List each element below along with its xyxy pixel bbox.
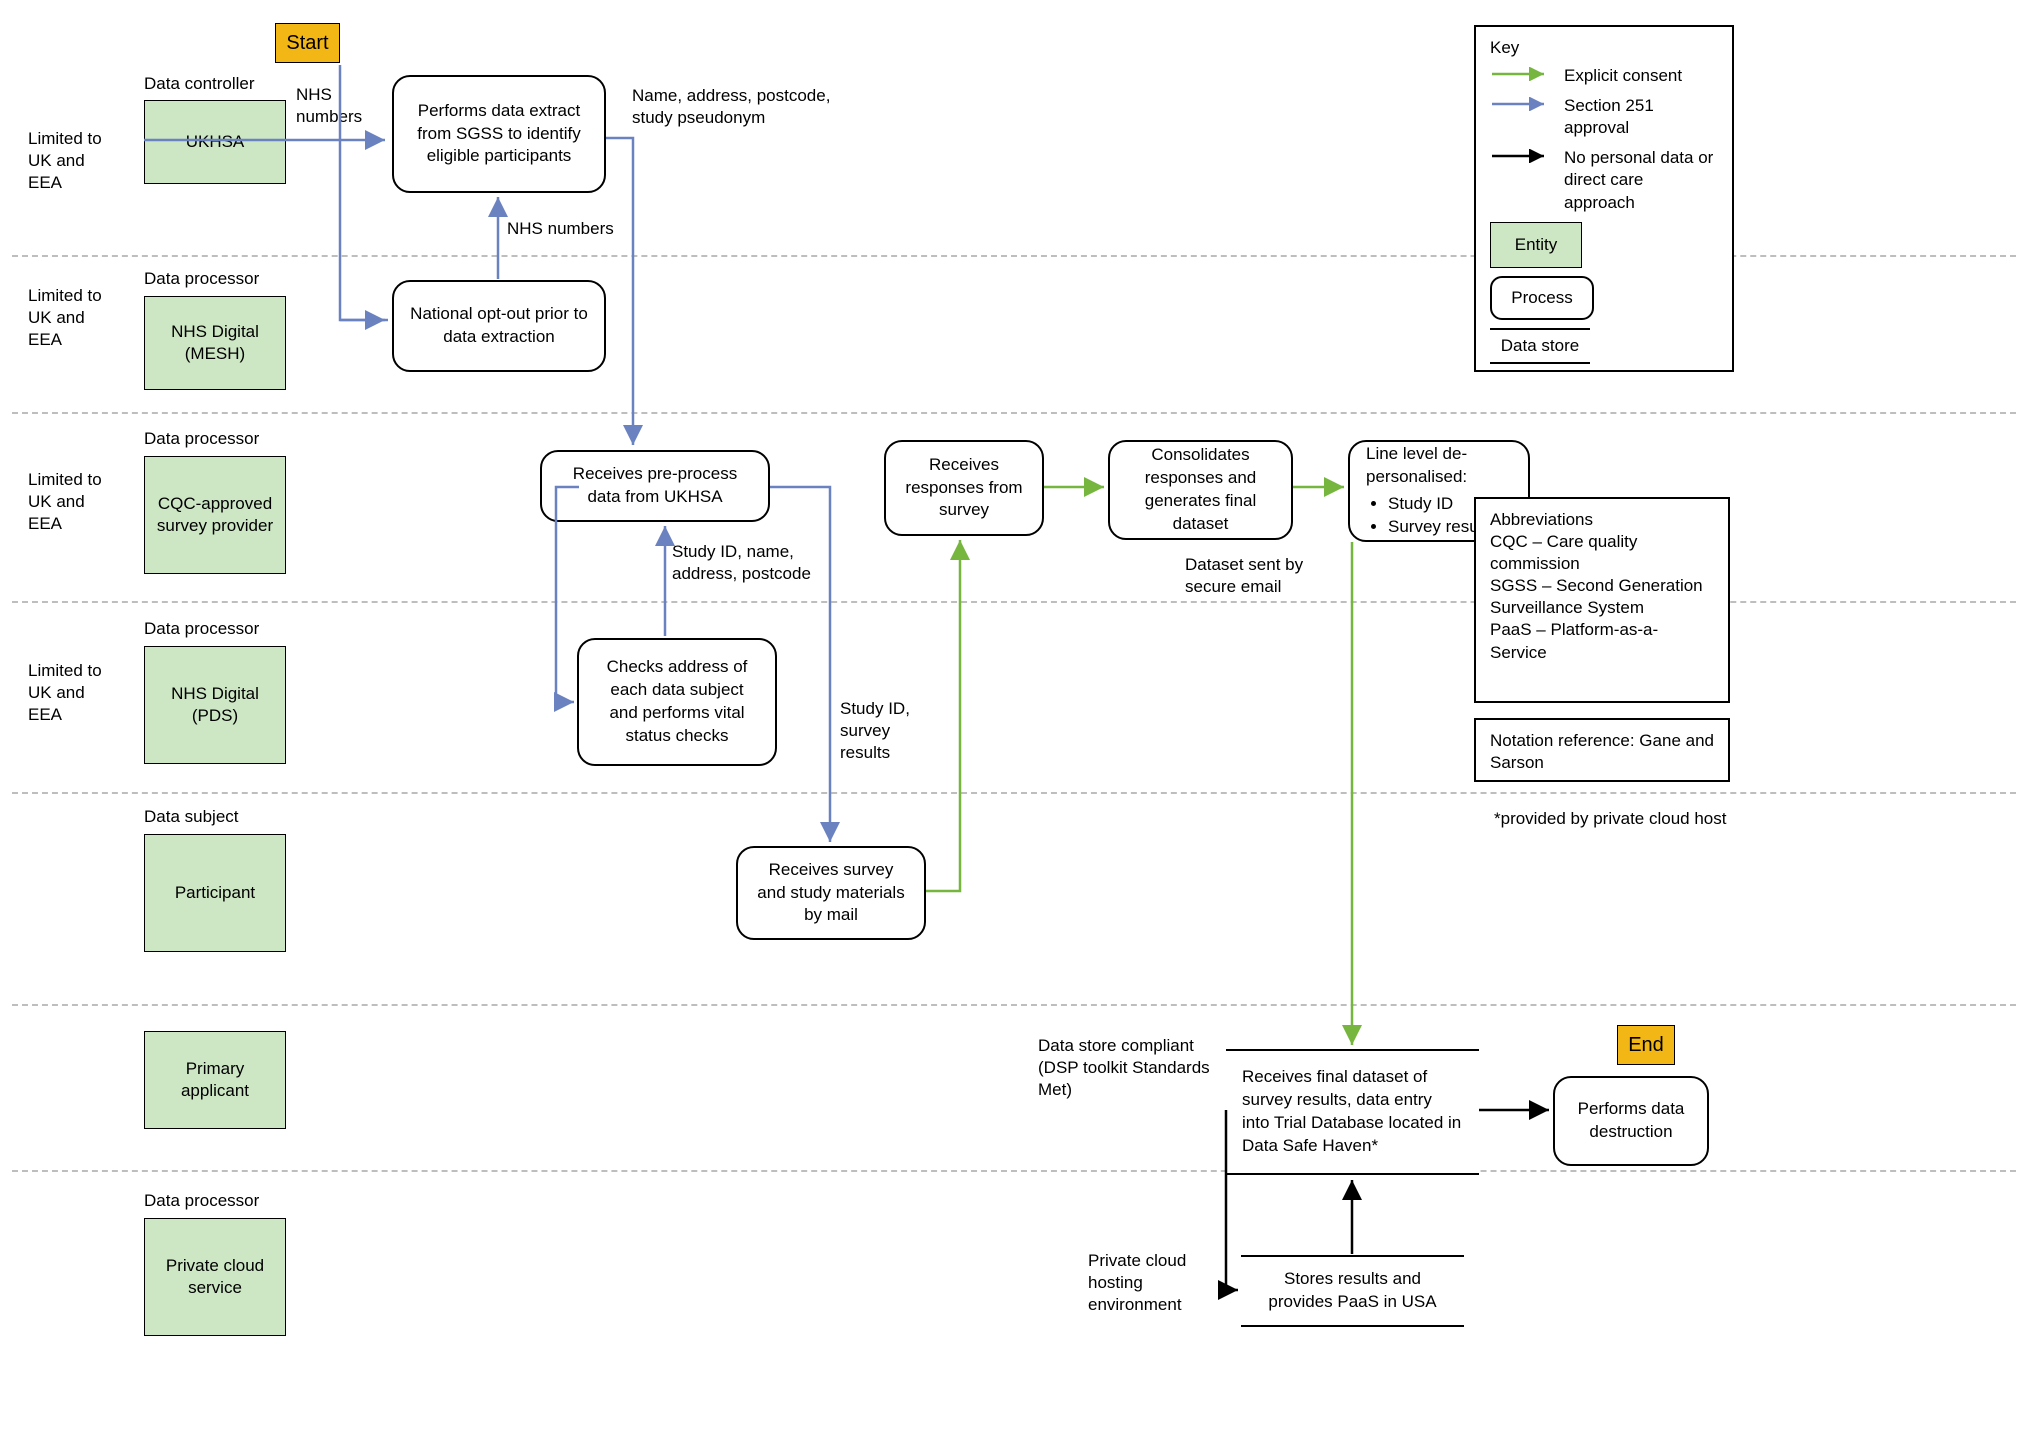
key-label: Explicit consent xyxy=(1564,65,1682,87)
entity-cqc-survey-provider: CQC-approved survey provider xyxy=(144,456,286,574)
constraint-label: Limited to UK and EEA xyxy=(28,128,108,194)
entity-nhs-digital-pds: NHS Digital (PDS) xyxy=(144,646,286,764)
asterisk-note: *provided by private cloud host xyxy=(1494,808,1726,830)
process-receive-survey-materials: Receives survey and study materials by m… xyxy=(736,846,926,940)
role-label: Data processor xyxy=(144,268,259,290)
entity-private-cloud-service: Private cloud service xyxy=(144,1218,286,1336)
flow-label-study-id-results: Study ID, survey results xyxy=(840,698,930,764)
role-label: Data processor xyxy=(144,428,259,450)
lane-divider xyxy=(12,412,2016,414)
arrow-icon xyxy=(1490,67,1554,81)
flow-label-cloud-env: Private cloud hosting environment xyxy=(1088,1250,1218,1316)
flow-label-dataset-sent: Dataset sent by secure email xyxy=(1185,554,1320,598)
key-process-swatch: Process xyxy=(1490,276,1594,320)
process-check-address: Checks address of each data subject and … xyxy=(577,638,777,766)
constraint-label: Limited to UK and EEA xyxy=(28,469,108,535)
arrow-icon xyxy=(1490,149,1554,163)
start-tag: Start xyxy=(275,23,340,63)
flow-label-dsp: Data store compliant (DSP toolkit Standa… xyxy=(1038,1035,1213,1101)
constraint-label: Limited to UK and EEA xyxy=(28,285,108,351)
key-legend: Key Explicit consent Section 251 approva… xyxy=(1474,25,1734,372)
notation-box: Notation reference: Gane and Sarson xyxy=(1474,718,1730,782)
process-data-destruction: Performs data destruction xyxy=(1553,1076,1709,1166)
lane-divider xyxy=(12,1170,2016,1172)
flow-label-nhs-numbers: NHS numbers xyxy=(296,84,386,128)
process-label: Line level de-personalised: xyxy=(1366,444,1467,486)
process-national-opt-out: National opt-out prior to data extractio… xyxy=(392,280,606,372)
flow-label-name-address: Name, address, postcode, study pseudonym xyxy=(632,85,862,129)
diagram-canvas: Start End Limited to UK and EEA Data con… xyxy=(0,0,2028,1450)
role-label: Data controller xyxy=(144,73,255,95)
entity-ukhsa: UKHSA xyxy=(144,100,286,184)
key-entity-swatch: Entity xyxy=(1490,222,1582,268)
role-label: Data processor xyxy=(144,618,259,640)
process-receive-preprocess: Receives pre-process data from UKHSA xyxy=(540,450,770,522)
datastore-trial-database: Receives final dataset of survey results… xyxy=(1226,1049,1479,1175)
key-title: Key xyxy=(1490,37,1718,59)
process-consolidate: Consolidates responses and generates fin… xyxy=(1108,440,1293,540)
entity-primary-applicant: Primary applicant xyxy=(144,1031,286,1129)
datastore-paas: Stores results and provides PaaS in USA xyxy=(1241,1255,1464,1327)
process-receive-responses: Receives responses from survey xyxy=(884,440,1044,536)
arrow-icon xyxy=(1490,97,1554,111)
process-sgss-extract: Performs data extract from SGSS to ident… xyxy=(392,75,606,193)
key-label: No personal data or direct care approach xyxy=(1564,147,1714,213)
role-label: Data subject xyxy=(144,806,239,828)
entity-participant: Participant xyxy=(144,834,286,952)
entity-nhs-digital-mesh: NHS Digital (MESH) xyxy=(144,296,286,390)
key-datastore-swatch: Data store xyxy=(1490,328,1590,364)
end-tag: End xyxy=(1617,1025,1675,1065)
lane-divider xyxy=(12,792,2016,794)
key-label: Section 251 approval xyxy=(1564,95,1718,139)
flow-label-nhs-numbers-return: NHS numbers xyxy=(507,218,614,240)
abbreviations-box: Abbreviations CQC – Care quality commiss… xyxy=(1474,497,1730,703)
constraint-label: Limited to UK and EEA xyxy=(28,660,108,726)
lane-divider xyxy=(12,1004,2016,1006)
role-label: Data processor xyxy=(144,1190,259,1212)
flow-label-study-id-name: Study ID, name, address, postcode xyxy=(672,541,812,585)
